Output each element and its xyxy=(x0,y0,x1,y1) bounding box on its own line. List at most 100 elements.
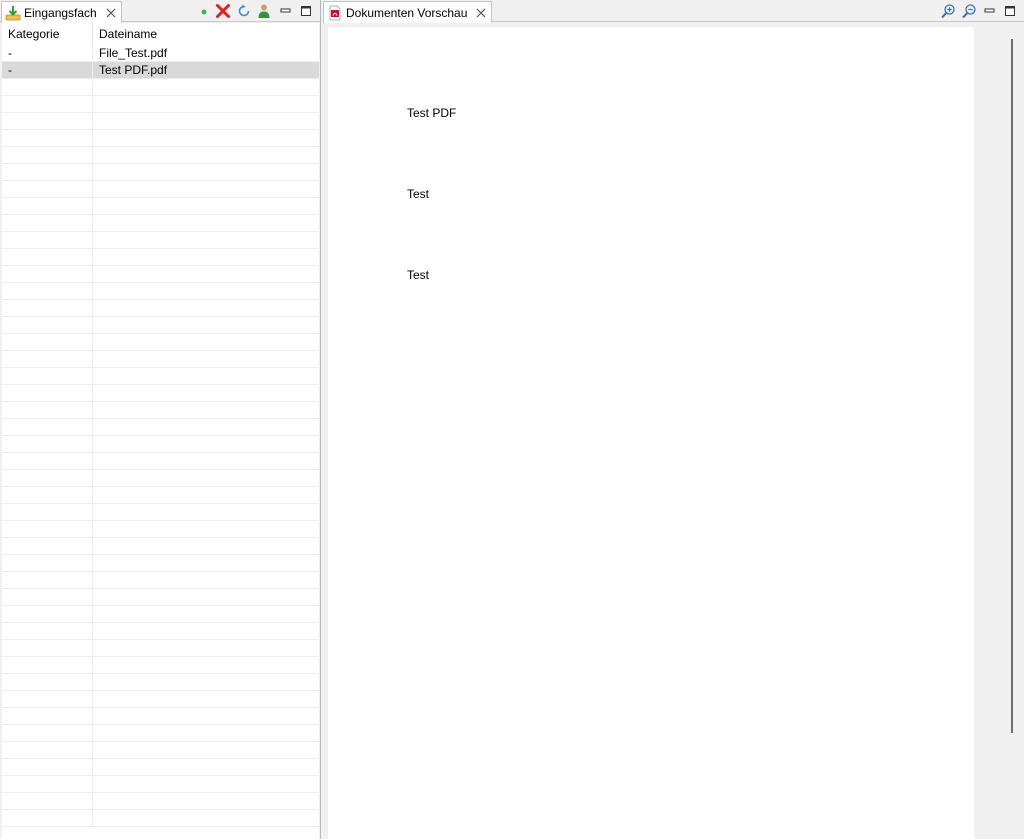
table-row-empty xyxy=(2,232,319,249)
status-dot-icon[interactable] xyxy=(196,3,212,19)
row-divider xyxy=(92,436,93,453)
table-row-empty xyxy=(2,623,319,640)
table-row-empty xyxy=(2,555,319,572)
row-divider xyxy=(92,691,93,708)
maximize-icon[interactable] xyxy=(298,3,314,19)
row-divider xyxy=(92,623,93,640)
table-row-empty xyxy=(2,317,319,334)
scrollbar-thumb[interactable] xyxy=(1011,39,1013,733)
table-row-empty xyxy=(2,436,319,453)
assign-user-icon[interactable] xyxy=(256,3,272,19)
column-header-kategorie[interactable]: Kategorie xyxy=(2,23,92,45)
vertical-scrollbar[interactable] xyxy=(1006,27,1018,839)
tab-dokumenten-vorschau[interactable]: Dokumenten Vorschau xyxy=(323,1,493,23)
row-divider xyxy=(92,674,93,691)
tab-eingangsfach[interactable]: Eingangsfach xyxy=(1,1,122,23)
row-divider xyxy=(92,470,93,487)
column-header-dateiname[interactable]: Dateiname xyxy=(93,23,319,45)
table-row-empty xyxy=(2,691,319,708)
minimize-icon[interactable] xyxy=(982,3,998,19)
row-divider xyxy=(92,181,93,198)
table-row-empty xyxy=(2,283,319,300)
table-row-empty xyxy=(2,793,319,810)
zoom-in-icon[interactable] xyxy=(940,3,956,19)
row-divider xyxy=(92,419,93,436)
table-header: Kategorie Dateiname xyxy=(2,23,319,45)
delete-icon[interactable] xyxy=(215,3,231,19)
table-row-empty xyxy=(2,776,319,793)
table-row-empty xyxy=(2,266,319,283)
table-row-empty xyxy=(2,657,319,674)
table-row-empty xyxy=(2,640,319,657)
table-row-empty xyxy=(2,419,319,436)
table-row-empty xyxy=(2,215,319,232)
cell-dateiname: File_Test.pdf xyxy=(99,46,168,60)
cell-kategorie: - xyxy=(8,46,12,60)
table-row-empty xyxy=(2,521,319,538)
table-row-empty xyxy=(2,759,319,776)
row-divider xyxy=(92,385,93,402)
table-row-empty xyxy=(2,402,319,419)
table-row-empty xyxy=(2,130,319,147)
refresh-icon[interactable] xyxy=(236,3,252,19)
row-divider xyxy=(92,759,93,776)
row-divider xyxy=(92,232,93,249)
document-preview-panel: Dokumenten Vorschau Test PDF Test Test xyxy=(323,0,1024,839)
row-divider xyxy=(92,572,93,589)
table-row-empty xyxy=(2,198,319,215)
close-icon[interactable] xyxy=(105,7,117,19)
table-row-empty xyxy=(2,589,319,606)
row-divider xyxy=(92,504,93,521)
preview-tabbar: Dokumenten Vorschau xyxy=(323,0,1024,23)
table-row[interactable]: - Test PDF.pdf xyxy=(2,62,319,79)
inbox-panel: Eingangsfach Kategorie Dateiname - File_… xyxy=(0,0,321,839)
table-row[interactable]: - File_Test.pdf xyxy=(2,45,319,62)
minimize-icon[interactable] xyxy=(278,3,294,19)
row-divider xyxy=(92,521,93,538)
document-page: Test PDF Test Test xyxy=(328,27,974,839)
zoom-out-icon[interactable] xyxy=(961,3,977,19)
row-divider xyxy=(92,487,93,504)
document-text-line: Test xyxy=(407,268,430,282)
table-row-empty xyxy=(2,487,319,504)
row-divider xyxy=(92,538,93,555)
table-row-empty xyxy=(2,96,319,113)
table-row-empty xyxy=(2,164,319,181)
row-divider xyxy=(92,589,93,606)
row-divider xyxy=(92,300,93,317)
table-row-empty xyxy=(2,79,319,96)
table-row-empty xyxy=(2,538,319,555)
row-divider xyxy=(92,810,93,827)
table-row-empty xyxy=(2,453,319,470)
row-divider xyxy=(92,402,93,419)
row-divider xyxy=(92,368,93,385)
row-divider xyxy=(92,725,93,742)
row-divider xyxy=(92,215,93,232)
inbox-table: Kategorie Dateiname - File_Test.pdf - Test … xyxy=(2,23,319,839)
row-divider xyxy=(92,249,93,266)
row-divider xyxy=(92,453,93,470)
document-text-line: Test PDF xyxy=(407,106,457,120)
table-row-empty xyxy=(2,147,319,164)
row-divider xyxy=(92,317,93,334)
row-divider xyxy=(92,606,93,623)
table-row-empty xyxy=(2,470,319,487)
table-row-empty xyxy=(2,334,319,351)
table-row-empty xyxy=(2,810,319,827)
tab-label: Dokumenten Vorschau xyxy=(346,5,468,20)
close-icon[interactable] xyxy=(475,7,487,19)
table-row-empty xyxy=(2,742,319,759)
table-row-empty xyxy=(2,249,319,266)
table-row-empty xyxy=(2,351,319,368)
row-divider xyxy=(92,96,93,113)
maximize-icon[interactable] xyxy=(1002,3,1018,19)
cell-kategorie: - xyxy=(8,63,12,77)
row-divider xyxy=(92,657,93,674)
document-text-line: Test xyxy=(407,187,430,201)
row-divider xyxy=(92,776,93,793)
table-row-empty xyxy=(2,300,319,317)
row-divider xyxy=(92,555,93,572)
table-row-empty xyxy=(2,572,319,589)
row-divider xyxy=(92,266,93,283)
row-divider xyxy=(92,147,93,164)
